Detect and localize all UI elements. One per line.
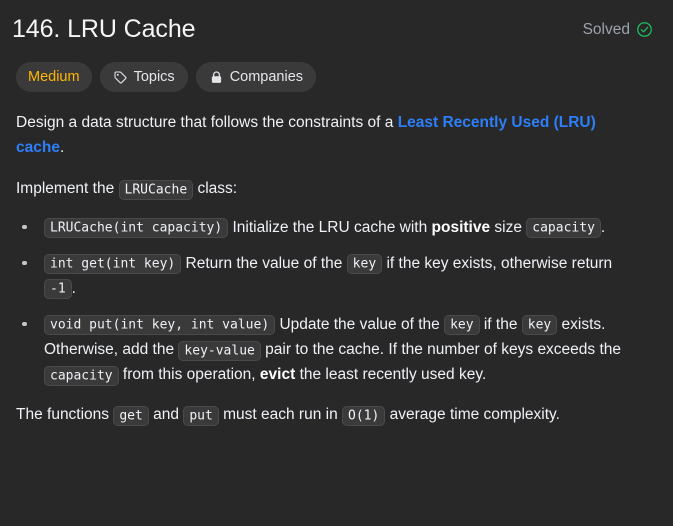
body-text: Initialize the LRU cache with <box>228 218 432 236</box>
body-text: pair to the cache. If the number of keys… <box>260 341 622 359</box>
body-text: . <box>71 279 76 297</box>
status-badge: Solved <box>583 21 655 38</box>
badge-row: Medium Topics Companies <box>8 62 655 93</box>
code-chip: -1 <box>44 279 72 300</box>
lock-icon <box>209 70 224 85</box>
code-chip: key <box>521 315 558 336</box>
companies-button[interactable]: Companies <box>195 62 317 93</box>
body-text: size <box>490 218 527 236</box>
list-item: int get(int key) Return the value of the… <box>16 251 639 301</box>
emphasis-text: positive <box>431 218 491 236</box>
complexity-text-4: average time complexity. <box>385 406 560 424</box>
check-circle-icon <box>636 21 653 38</box>
body-text: if the <box>479 315 522 333</box>
complexity-paragraph: The functions get and put must each run … <box>16 402 639 427</box>
body-text: if the key exists, otherwise return <box>382 254 613 272</box>
code-chip: capacity <box>526 218 601 239</box>
code-chip: key-value <box>178 340 261 361</box>
difficulty-badge-medium[interactable]: Medium <box>16 62 92 93</box>
tag-icon <box>113 70 128 85</box>
code-chip-signature: LRUCache(int capacity) <box>44 218 229 239</box>
code-chip: key <box>444 315 480 336</box>
body-text: Return the value of the <box>181 254 347 272</box>
complexity-text-3: must each run in <box>218 406 343 424</box>
intro-paragraph: Design a data structure that follows the… <box>16 110 639 160</box>
code-chip-signature: void put(int key, int value) <box>44 315 276 336</box>
implement-text-before: Implement the <box>16 180 119 198</box>
method-description: Initialize the LRU cache with positive s… <box>228 218 606 239</box>
code-chip-signature: int get(int key) <box>44 254 182 275</box>
intro-text-before: Design a data structure that follows the… <box>16 114 398 132</box>
complexity-text-2: and <box>148 406 184 424</box>
complexity-text-1: The functions <box>16 406 114 424</box>
list-item: void put(int key, int value) Update the … <box>16 312 639 387</box>
method-list: LRUCache(int capacity) Initialize the LR… <box>16 215 639 388</box>
page-title: 146. LRU Cache <box>12 15 196 43</box>
list-item: LRUCache(int capacity) Initialize the LR… <box>16 215 639 240</box>
implement-paragraph: Implement the LRUCache class: <box>16 176 639 201</box>
code-chip: capacity <box>44 365 119 386</box>
topics-button[interactable]: Topics <box>99 62 188 93</box>
code-chip-put: put <box>183 405 219 426</box>
difficulty-label: Medium <box>28 69 80 85</box>
body-text: from this operation, <box>118 366 260 384</box>
status-label: Solved <box>582 20 630 38</box>
topics-label: Topics <box>133 69 175 85</box>
implement-text-after: class: <box>193 180 238 198</box>
code-chip-get: get <box>113 405 149 426</box>
code-chip: key <box>346 254 383 275</box>
code-chip-lrucache: LRUCache <box>118 179 194 200</box>
code-chip-big-o: O(1) <box>342 405 386 426</box>
problem-description-panel: 146. LRU Cache Solved Medium Topics Comp… <box>0 0 673 526</box>
intro-text-after: . <box>59 139 65 157</box>
problem-body: Design a data structure that follows the… <box>8 110 655 427</box>
problem-header: 146. LRU Cache Solved <box>8 14 655 45</box>
companies-label: Companies <box>229 69 304 85</box>
body-text: the least recently used key. <box>295 366 487 384</box>
emphasis-text: evict <box>259 366 296 384</box>
body-text: Update the value of the <box>275 315 445 333</box>
body-text: . <box>600 218 606 236</box>
